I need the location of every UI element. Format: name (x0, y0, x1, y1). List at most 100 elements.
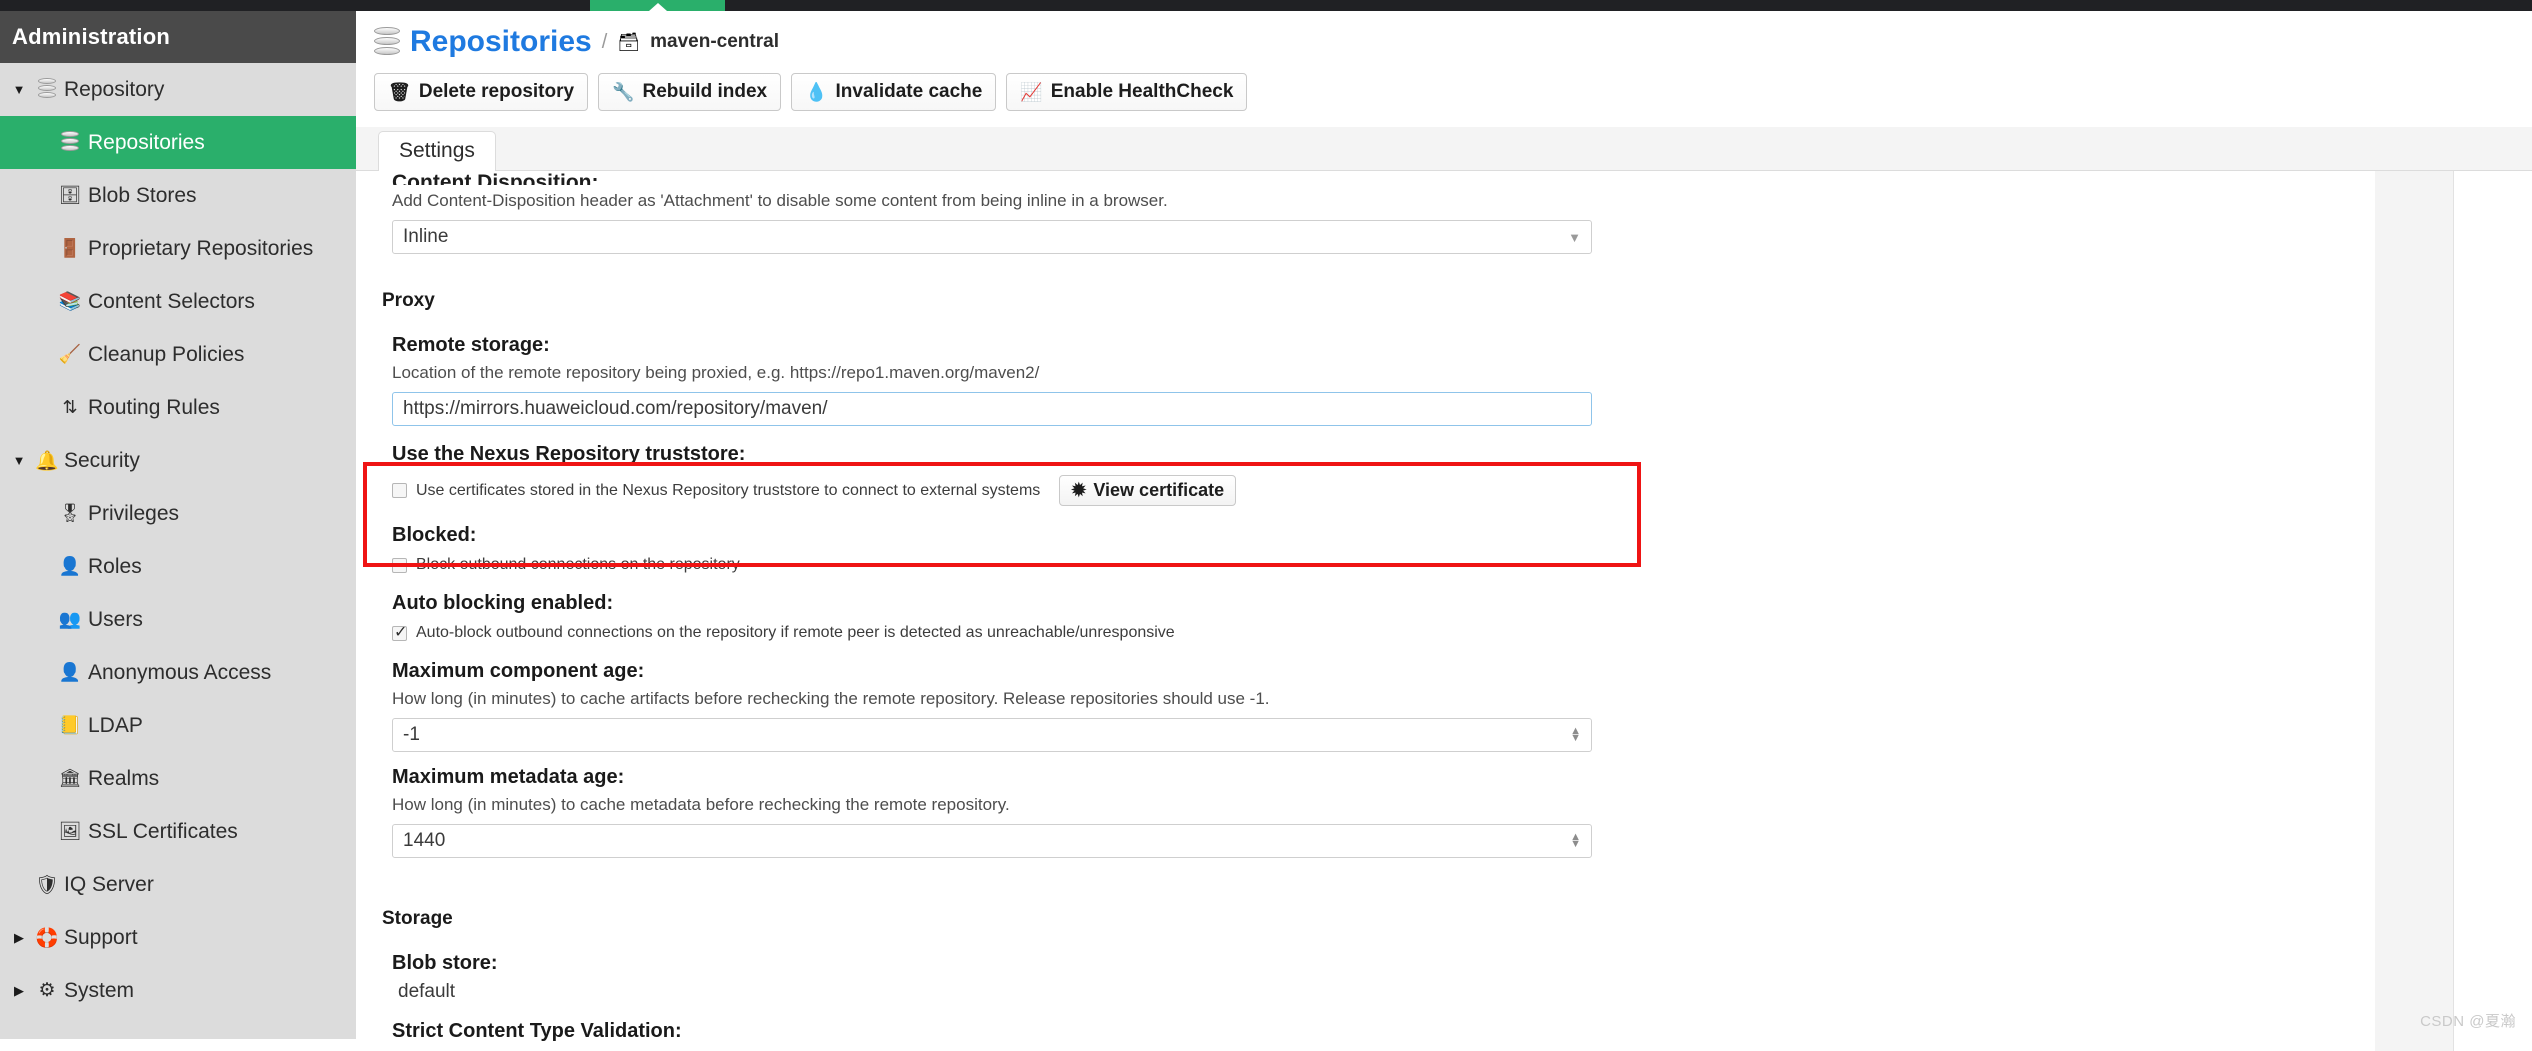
breadcrumb-root-link[interactable]: Repositories (410, 25, 592, 59)
certificate-seal-icon: ✹ (1071, 480, 1087, 500)
sidebar-item-label: Proprietary Repositories (88, 236, 314, 260)
max-component-age-hint: How long (in minutes) to cache artifacts… (392, 689, 1270, 708)
blocked-checkbox-row: Block outbound connections on the reposi… (378, 556, 2453, 574)
sidebar-item-ssl-certificates[interactable]: 🖼 SSL Certificates (0, 805, 356, 858)
database-icon (52, 131, 88, 154)
sidebar-item-privileges[interactable]: 🎖 Privileges (0, 487, 356, 540)
chevron-down-icon[interactable]: ▼ (8, 82, 30, 97)
spinner-icon[interactable]: ▲ ▼ (1570, 726, 1581, 744)
max-metadata-age-value: 1440 (403, 830, 446, 851)
auto-blocking-checkbox-row: Auto-block outbound connections on the r… (378, 622, 2453, 642)
security-bell-icon: 🔔 (35, 450, 59, 472)
sidebar-item-users[interactable]: 👥 Users (0, 593, 356, 646)
view-certificate-label: View certificate (1093, 480, 1225, 500)
medal-icon: 🎖 (58, 503, 82, 523)
sidebar-item-proprietary-repositories[interactable]: 🚪 Proprietary Repositories (0, 222, 356, 275)
sidebar-item-ldap[interactable]: 📒 LDAP (0, 699, 356, 752)
max-metadata-age-input[interactable]: 1440 ▲ ▼ (392, 824, 1592, 858)
database-icon (374, 27, 400, 57)
sidebar-item-iq-server[interactable]: 🛡 IQ Server (0, 858, 356, 911)
sidebar-item-label: Privileges (88, 501, 180, 525)
truststore-checkbox-row: Use certificates stored in the Nexus Rep… (378, 475, 2453, 506)
sidebar-item-cleanup-policies[interactable]: 🧹 Cleanup Policies (0, 328, 356, 381)
sidebar-group-security[interactable]: ▼ 🔔 Security (0, 434, 356, 487)
chevron-down-icon[interactable]: ▼ (8, 453, 30, 468)
view-certificate-button[interactable]: ✹ View certificate (1059, 475, 1237, 506)
content-disposition-value: Inline (403, 226, 449, 247)
sidebar-item-label: Cleanup Policies (88, 342, 245, 366)
content-disposition-hint: Add Content-Disposition header as 'Attac… (392, 191, 1168, 210)
sidebar-title-label: Administration (12, 24, 171, 49)
enable-healthcheck-button[interactable]: 📈 Enable HealthCheck (1006, 73, 1248, 111)
sidebar-item-label: Realms (88, 766, 160, 790)
sidebar-item-label: SSL Certificates (88, 819, 238, 843)
blocked-checkbox[interactable] (392, 557, 407, 573)
remote-storage-input[interactable]: https://mirrors.huaweicloud.com/reposito… (392, 392, 1592, 426)
scroll-gutter (2375, 171, 2453, 1051)
main-panel: Repositories / 🗃 maven-central 🗑 Delete … (356, 11, 2532, 1051)
max-metadata-age-label: Maximum metadata age: (392, 766, 625, 788)
auto-blocking-checkbox-label: Auto-block outbound connections on the r… (416, 624, 1175, 641)
sidebar-item-label: System (64, 978, 135, 1002)
sidebar-item-blob-stores[interactable]: 🗄 Blob Stores (0, 169, 356, 222)
sidebar-item-content-selectors[interactable]: 📚 Content Selectors (0, 275, 356, 328)
sidebar-item-realms[interactable]: 🏛 Realms (0, 752, 356, 805)
blob-store-icon: 🗄 (58, 185, 82, 205)
invalidate-cache-label: Invalidate cache (835, 81, 983, 102)
chevron-right-icon[interactable]: ▶ (8, 983, 30, 999)
max-metadata-age-hint: How long (in minutes) to cache metadata … (392, 795, 1010, 814)
content-disposition-label-clipped: Content Disposition: (392, 171, 599, 185)
sidebar-item-repositories[interactable]: Repositories (0, 116, 356, 169)
browser-active-tab[interactable] (590, 0, 725, 11)
sidebar-item-label: Content Selectors (88, 289, 255, 313)
invalidate-cache-button[interactable]: 💧 Invalidate cache (791, 73, 997, 111)
enable-healthcheck-label: Enable HealthCheck (1050, 81, 1234, 102)
realms-icon: 🏛 (58, 768, 82, 788)
watermark: CSDN @夏瀚 (2420, 1013, 2516, 1030)
tab-settings[interactable]: Settings (378, 131, 496, 171)
tab-settings-label: Settings (399, 139, 475, 162)
remote-storage-label: Remote storage: (392, 334, 550, 356)
gear-icon: ⚙ (38, 980, 56, 1001)
address-book-icon: 📒 (58, 715, 82, 735)
sidebar-item-label: Blob Stores (88, 183, 197, 207)
sidebar-item-label: Support (64, 925, 138, 949)
sidebar-group-system[interactable]: ▶ ⚙ System (0, 964, 356, 1017)
blocked-label: Blocked: (392, 524, 477, 546)
sidebar-group-label: Repository (64, 77, 165, 101)
door-icon: 🚪 (58, 238, 82, 258)
sidebar-item-routing-rules[interactable]: ⇅ Routing Rules (0, 381, 356, 434)
sidebar-item-label: LDAP (88, 713, 143, 737)
layers-icon: 📚 (58, 291, 82, 311)
breadcrumb-current: maven-central (650, 31, 779, 52)
proxy-section-header: Proxy (382, 290, 435, 311)
sidebar-item-roles[interactable]: 👤 Roles (0, 540, 356, 593)
blob-store-label: Blob store: (392, 952, 498, 974)
proxy-repository-icon: 🗃 (617, 31, 641, 52)
rebuild-index-label: Rebuild index (642, 81, 768, 102)
spinner-icon[interactable]: ▲ ▼ (1570, 832, 1581, 850)
content-disposition-select[interactable]: Inline ▼ (392, 220, 1592, 254)
chevron-right-icon[interactable]: ▶ (8, 930, 30, 946)
breadcrumb: Repositories / 🗃 maven-central (356, 11, 2532, 73)
sidebar-group-repository[interactable]: ▼ Repository (0, 63, 356, 116)
chart-line-icon: 📈 (1020, 81, 1043, 102)
truststore-label: Use the Nexus Repository truststore: (392, 443, 746, 465)
sidebar-group-support[interactable]: ▶ 🛟 Support (0, 911, 356, 964)
truststore-checkbox[interactable] (392, 483, 407, 498)
auto-blocking-checkbox[interactable] (392, 622, 407, 642)
chevron-down-icon[interactable]: ▼ (1568, 230, 1581, 245)
sidebar-group-label: Security (64, 448, 140, 472)
truststore-checkbox-label: Use certificates stored in the Nexus Rep… (416, 481, 1041, 499)
certificate-icon: 🖼 (58, 821, 82, 841)
delete-repository-button[interactable]: 🗑 Delete repository (374, 73, 589, 111)
person-icon: 👤 (58, 662, 82, 682)
remote-storage-hint: Location of the remote repository being … (392, 363, 1040, 382)
broom-icon: 🧹 (58, 344, 82, 364)
max-component-age-value: -1 (403, 724, 420, 745)
strict-content-type-label: Strict Content Type Validation: (392, 1020, 682, 1042)
max-component-age-input[interactable]: -1 ▲ ▼ (392, 718, 1592, 752)
rebuild-index-button[interactable]: 🔧 Rebuild index (598, 73, 782, 111)
auto-blocking-label: Auto blocking enabled: (392, 592, 614, 614)
sidebar-item-anonymous-access[interactable]: 👤 Anonymous Access (0, 646, 356, 699)
